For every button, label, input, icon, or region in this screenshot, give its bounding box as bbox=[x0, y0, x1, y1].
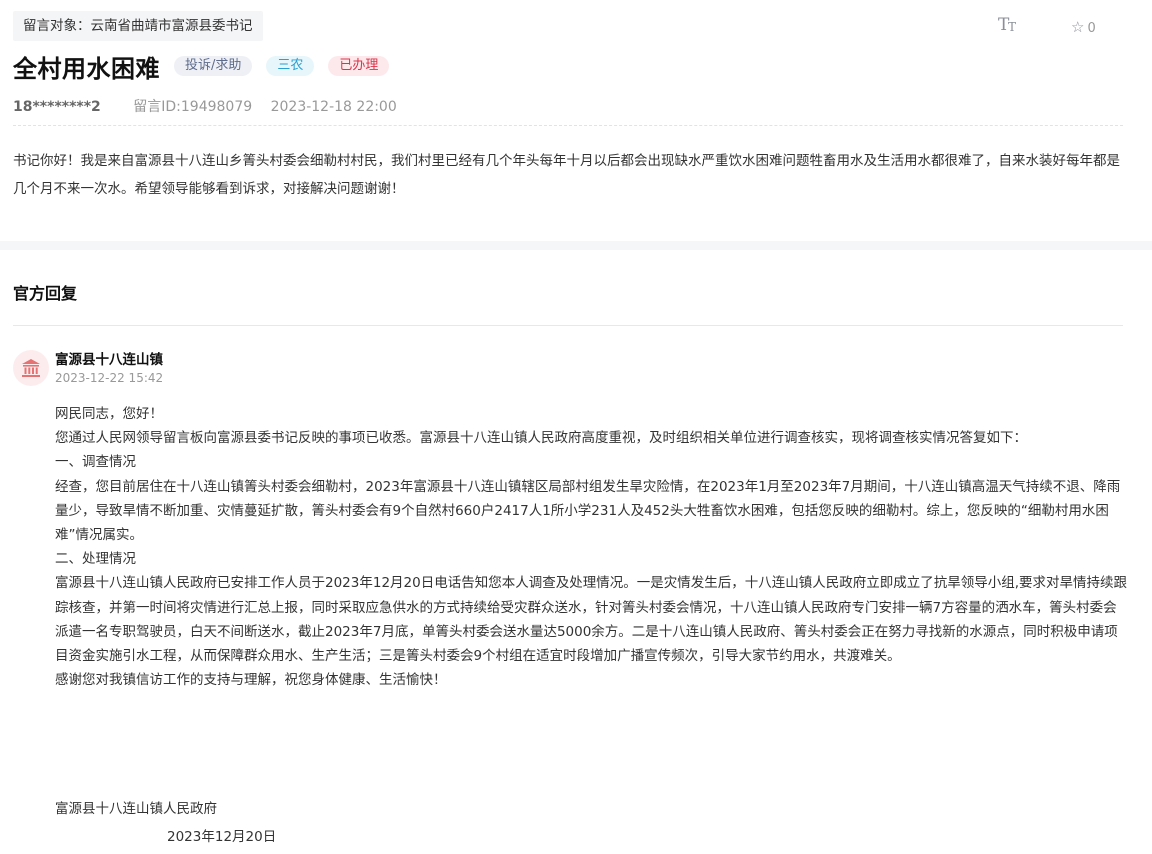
favorite-count: 0 bbox=[1087, 21, 1096, 36]
reply-paragraph: 网民同志，您好！ bbox=[55, 406, 163, 422]
reply-body: 网民同志，您好！ 您通过人民网领导留言板向富源县委书记反映的事项已收悉。富源县十… bbox=[55, 402, 1127, 692]
favorite-button[interactable]: ☆ 0 bbox=[1071, 18, 1096, 36]
message-meta: 18********2 留言ID:19498079 2023-12-18 22:… bbox=[13, 97, 397, 117]
reply-paragraph: 经查，您目前居住在十八连山镇箐头村委会细勒村，2023年富源县十八连山镇辖区局部… bbox=[55, 478, 1121, 544]
message-title-row: 全村用水困难 投诉/求助 三农 已办理 bbox=[13, 49, 390, 83]
tag-message-domain: 三农 bbox=[266, 56, 315, 76]
government-building-icon bbox=[22, 359, 40, 377]
reply-heading: 官方回复 bbox=[13, 284, 78, 303]
reply-signature-org: 富源县十八连山镇人民政府 bbox=[55, 801, 217, 817]
section-separator bbox=[0, 241, 1152, 250]
status-badge: 已办理 bbox=[328, 56, 390, 76]
message-title: 全村用水困难 bbox=[13, 54, 160, 83]
message-id: 留言ID:19498079 bbox=[133, 99, 253, 115]
message-target-label: 留言对象：云南省曲靖市富源县委书记 bbox=[13, 11, 263, 41]
divider bbox=[13, 325, 1123, 326]
avatar bbox=[13, 350, 49, 386]
reply-paragraph: 感谢您对我镇信访工作的支持与理解，祝您身体健康、生活愉快！ bbox=[55, 672, 447, 689]
reply-paragraph: 二、处理情况 bbox=[55, 551, 136, 568]
reply-paragraph: 您通过人民网领导留言板向富源县委书记反映的事项已收悉。富源县十八连山镇人民政府高… bbox=[55, 430, 1027, 447]
message-body: 书记你好！我是来自富源县十八连山乡箐头村委会细勒村村民，我们村里已经有几个年头每… bbox=[13, 153, 1120, 197]
star-outline-icon: ☆ bbox=[1071, 18, 1085, 36]
tag-message-type: 投诉/求助 bbox=[174, 56, 253, 76]
message-detail-page: 留言对象：云南省曲靖市富源县委书记 TT ☆ 0 全村用水困难 投诉/求助 三农 … bbox=[0, 0, 1152, 854]
reply-org-name: 富源县十八连山镇 bbox=[55, 352, 163, 368]
divider bbox=[13, 125, 1123, 126]
reply-datetime: 2023-12-22 15:42 bbox=[55, 371, 164, 385]
reply-signature-date: 2023年12月20日 bbox=[167, 829, 277, 845]
message-datetime: 2023-12-18 22:00 bbox=[270, 99, 397, 115]
text-size-icon[interactable]: TT bbox=[996, 14, 1020, 38]
reply-paragraph: 富源县十八连山镇人民政府已安排工作人员于2023年12月20日电话告知您本人调查… bbox=[55, 575, 1128, 665]
reply-paragraph: 一、调查情况 bbox=[55, 454, 136, 471]
message-user: 18********2 bbox=[13, 99, 101, 115]
